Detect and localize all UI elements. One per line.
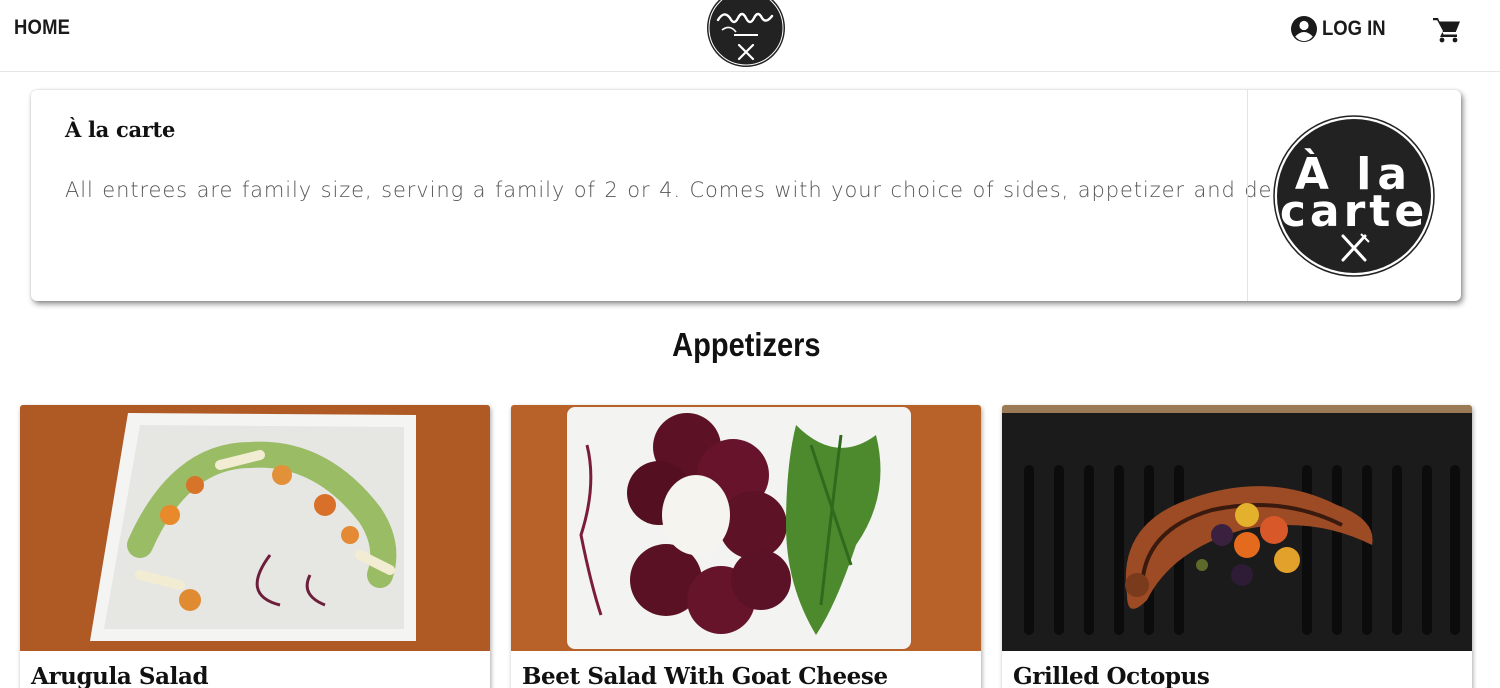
login-link[interactable]: LOG IN — [1290, 14, 1394, 44]
arugula-salad-photo — [20, 405, 490, 651]
cart-icon[interactable] — [1432, 15, 1462, 43]
svg-text:carte: carte — [1280, 186, 1428, 237]
product-card-grilled-octopus[interactable]: Grilled Octopus — [1002, 405, 1472, 688]
account-circle-icon — [1291, 16, 1317, 42]
peacock-gourmet-logo-icon[interactable] — [704, 0, 788, 70]
info-card-divider — [1247, 90, 1248, 301]
product-title[interactable]: Beet Salad With Goat Cheese — [522, 663, 888, 688]
product-title[interactable]: Grilled Octopus — [1013, 663, 1210, 688]
a-la-carte-badge-icon: À la carte — [1273, 115, 1435, 277]
beet-salad-photo — [511, 405, 981, 651]
section-title-appetizers: Appetizers — [671, 326, 821, 363]
site-header: HOME LOG IN — [0, 0, 1500, 72]
nav-home-link[interactable]: HOME — [14, 16, 70, 40]
product-title[interactable]: Arugula Salad — [31, 663, 209, 688]
product-card-arugula-salad[interactable]: Arugula Salad — [20, 405, 490, 688]
info-card-description: All entrees are family size, serving a f… — [65, 178, 1337, 202]
info-card-title: À la carte — [65, 117, 176, 142]
product-card-beet-salad[interactable]: Beet Salad With Goat Cheese — [511, 405, 981, 688]
login-label: LOG IN — [1322, 17, 1386, 40]
a-la-carte-info-card: À la carte All entrees are family size, … — [31, 90, 1461, 301]
grilled-octopus-photo — [1002, 405, 1472, 651]
